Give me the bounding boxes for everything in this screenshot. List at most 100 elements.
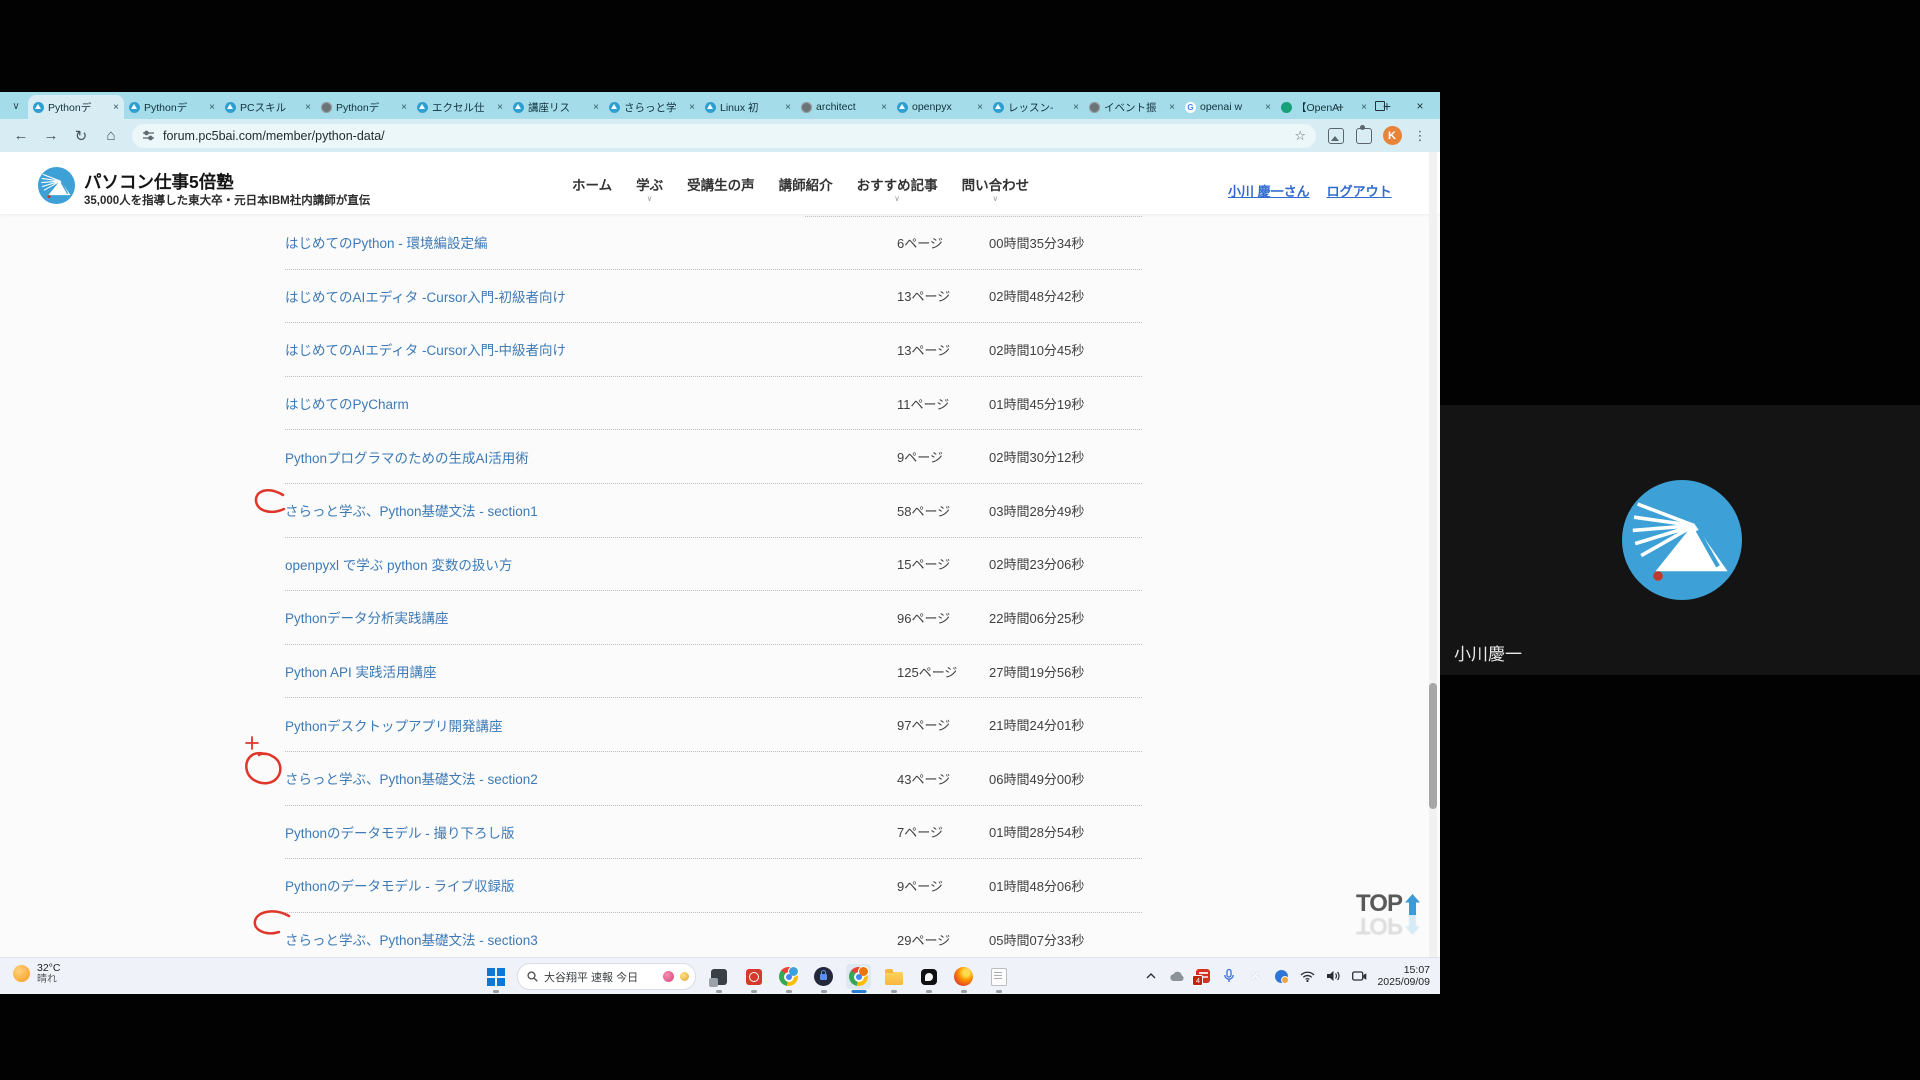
tab-close-icon[interactable]: × — [689, 102, 695, 113]
taskbar-app-explorer[interactable] — [881, 964, 906, 989]
wifi-icon[interactable] — [1299, 968, 1315, 984]
tab-close-icon[interactable]: × — [305, 102, 311, 113]
browser-tab[interactable]: さらっと学 × — [604, 95, 700, 119]
red-app-icon — [745, 968, 762, 985]
user-name-link[interactable]: 小川 慶一さん — [1228, 181, 1310, 200]
taskbar-app-github[interactable] — [916, 964, 941, 989]
red-annotation-circle-section2 — [245, 751, 282, 785]
course-link[interactable]: Pythonのデータモデル - ライブ収録版 — [285, 875, 897, 895]
reload-icon[interactable]: ↻ — [68, 123, 94, 149]
tab-close-icon[interactable]: × — [209, 102, 215, 113]
tab-close-icon[interactable]: × — [785, 102, 791, 113]
tab-close-icon[interactable]: × — [113, 102, 119, 113]
scrollbar-track[interactable] — [1429, 152, 1437, 957]
course-link[interactable]: さらっと学ぶ、Python基礎文法 - section1 — [285, 500, 897, 520]
notification-badge: 4 — [1192, 975, 1204, 986]
browser-tab[interactable]: PCスキル × — [220, 95, 316, 119]
site-logo-icon[interactable] — [38, 167, 75, 204]
tab-close-icon[interactable]: × — [593, 102, 599, 113]
tab-close-icon[interactable]: × — [977, 102, 983, 113]
nav-item[interactable]: 受講生の声 ∨ — [687, 179, 755, 203]
user-links: 小川 慶一さん ログアウト — [1228, 181, 1392, 200]
browser-tab[interactable]: openpyx × — [892, 95, 988, 119]
nav-item[interactable]: ホーム ∨ — [572, 179, 612, 203]
browser-tab[interactable]: レッスン- × — [988, 95, 1084, 119]
start-button[interactable] — [485, 964, 507, 989]
cast-camera-icon[interactable] — [1351, 968, 1367, 984]
taskbar-app-chrome-active[interactable] — [846, 964, 871, 989]
nav-item[interactable]: 講師紹介 ∨ — [779, 179, 833, 203]
minimize-button[interactable]: – — [1320, 92, 1360, 119]
course-link[interactable]: はじめてのPython - 環境編設定編 — [285, 232, 897, 252]
extensions-icon[interactable] — [1352, 124, 1376, 148]
course-link[interactable]: はじめてのAIエディタ -Cursor入門-初級者向け — [285, 286, 897, 306]
onedrive-cloud-icon[interactable] — [1169, 968, 1185, 984]
scrollbar-thumb[interactable] — [1429, 683, 1437, 809]
taskbar-app-lock[interactable] — [811, 964, 836, 989]
nav-item[interactable]: 問い合わせ ∨ — [962, 179, 1030, 203]
taskbar-app-photos[interactable] — [706, 964, 731, 989]
status-dot-icon[interactable] — [1273, 968, 1289, 984]
browser-menu-icon[interactable]: ⋮ — [1408, 124, 1432, 148]
browser-tab[interactable]: エクセル仕 × — [412, 95, 508, 119]
bookmark-star-icon[interactable]: ☆ — [1294, 128, 1306, 144]
tab-search-chevron-icon[interactable]: ∨ — [6, 96, 26, 116]
taskbar-app-chrome-blue[interactable] — [776, 964, 801, 989]
browser-tab[interactable]: Linux 初 × — [700, 95, 796, 119]
tab-close-icon[interactable]: × — [881, 102, 887, 113]
url-text[interactable]: forum.pc5bai.com/member/python-data/ — [163, 129, 1286, 143]
nav-item[interactable]: おすすめ記事 ∨ — [857, 179, 938, 203]
profile-button[interactable]: K — [1380, 124, 1404, 148]
browser-tab[interactable]: architect × — [796, 95, 892, 119]
maximize-button[interactable] — [1360, 92, 1400, 119]
browser-tab[interactable]: Pythonデ × — [124, 95, 220, 119]
course-link[interactable]: Pythonデータ分析実践講座 — [285, 607, 897, 627]
back-to-top-button[interactable]: TOP TOP — [1351, 890, 1425, 939]
nav-item[interactable]: 学ぶ ∨ — [636, 179, 663, 203]
browser-tab[interactable]: Pythonデ × — [316, 95, 412, 119]
forward-icon[interactable]: → — [38, 123, 64, 149]
course-link[interactable]: Pythonプログラマのための生成AI活用術 — [285, 447, 897, 467]
course-link[interactable]: さらっと学ぶ、Python基礎文法 - section3 — [285, 929, 897, 949]
tab-favicon — [1089, 101, 1100, 113]
course-duration: 05時間07分33秒 — [989, 932, 1085, 948]
x-app-icon[interactable]: ✕ — [1247, 968, 1263, 984]
notification-app-icon[interactable]: 4 — [1192, 968, 1211, 986]
search-image-icon[interactable] — [1324, 124, 1348, 148]
logout-link[interactable]: ログアウト — [1327, 181, 1392, 200]
course-link[interactable]: さらっと学ぶ、Python基礎文法 - section2 — [285, 768, 897, 788]
home-icon[interactable]: ⌂ — [98, 123, 124, 149]
course-link[interactable]: Python API 実践活用講座 — [285, 661, 897, 681]
microphone-icon[interactable] — [1221, 968, 1237, 984]
tab-close-icon[interactable]: × — [1073, 102, 1079, 113]
course-link[interactable]: はじめてのPyCharm — [285, 393, 897, 413]
browser-tab[interactable]: Pythonデ × — [28, 95, 124, 119]
browser-tab[interactable]: 講座リス × — [508, 95, 604, 119]
taskbar-app-notepad[interactable] — [986, 964, 1011, 989]
taskbar-clock[interactable]: 15:07 2025/09/09 — [1377, 964, 1430, 988]
tab-close-icon[interactable]: × — [401, 102, 407, 113]
back-icon[interactable]: ← — [8, 123, 34, 149]
course-row: Python API 実践活用講座 125ページ 27時間19分56秒 — [285, 645, 1142, 699]
tab-close-icon[interactable]: × — [1265, 102, 1271, 113]
tray-chevron-up-icon[interactable] — [1143, 968, 1159, 984]
taskbar-app-red[interactable] — [741, 964, 766, 989]
tab-close-icon[interactable]: × — [1169, 102, 1175, 113]
speaker-icon[interactable] — [1325, 968, 1341, 984]
browser-tab[interactable]: イベント振 × — [1084, 95, 1180, 119]
close-button[interactable]: × — [1400, 92, 1440, 119]
taskbar-app-firefox[interactable] — [951, 964, 976, 989]
windows-logo-icon — [487, 967, 505, 986]
weather-widget[interactable]: 32°C 晴れ — [13, 962, 60, 985]
address-bar[interactable]: forum.pc5bai.com/member/python-data/ ☆ — [132, 123, 1316, 148]
course-link[interactable]: はじめてのAIエディタ -Cursor入門-中級者向け — [285, 339, 897, 359]
browser-tab[interactable]: openai w × — [1180, 95, 1276, 119]
course-link[interactable]: Pythonデスクトップアプリ開発講座 — [285, 715, 897, 735]
tab-close-icon[interactable]: × — [497, 102, 503, 113]
course-link[interactable]: Pythonのデータモデル - 撮り下ろし版 — [285, 822, 897, 842]
course-pages: 9ページ — [897, 878, 943, 894]
taskbar-search[interactable]: 大谷翔平 速報 今日 — [517, 963, 696, 990]
course-link[interactable]: openpyxl で学ぶ python 変数の扱い方 — [285, 554, 897, 574]
site-info-icon[interactable] — [142, 129, 155, 142]
site-title[interactable]: パソコン仕事5倍塾 — [84, 169, 234, 194]
